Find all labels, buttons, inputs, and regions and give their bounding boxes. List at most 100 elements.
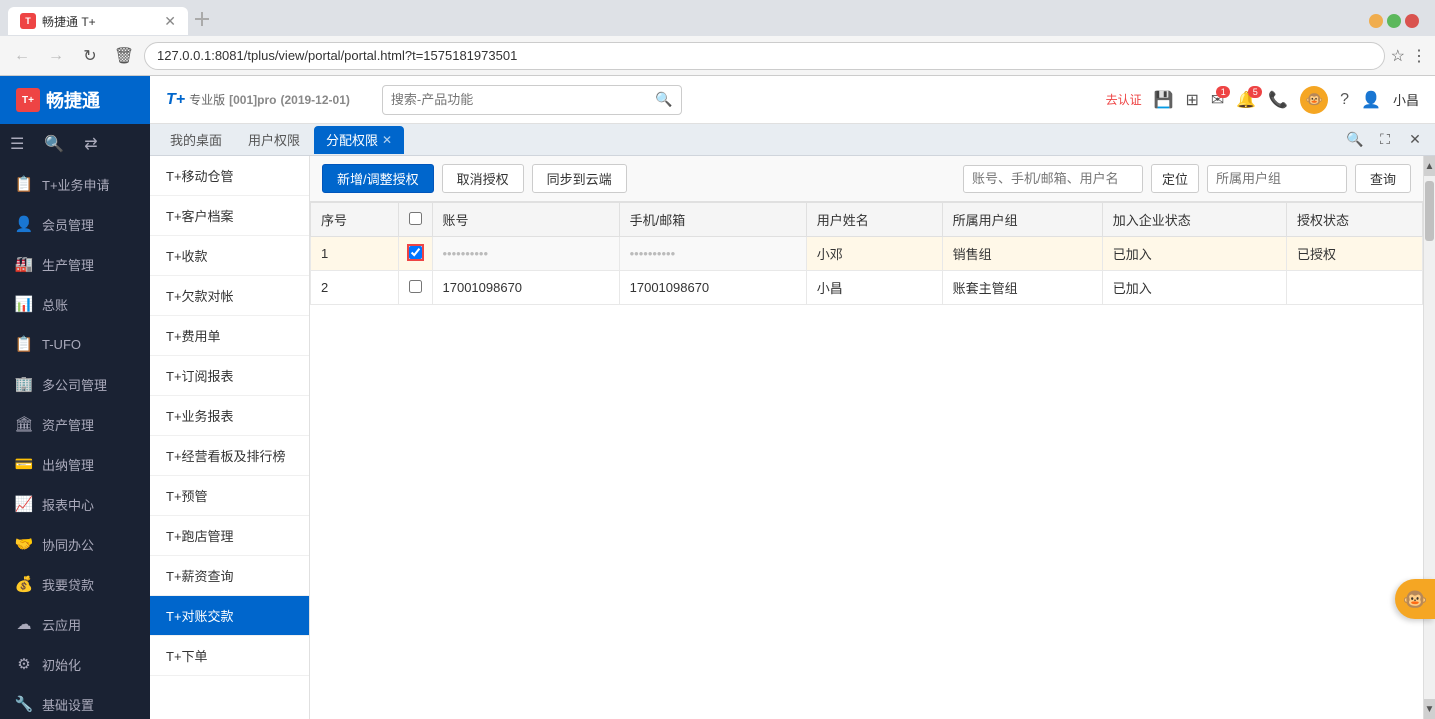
menu-item-debt[interactable]: T+欠款对帐 — [150, 276, 309, 316]
auth-link[interactable]: 去认证 — [1106, 91, 1142, 108]
tab-assign[interactable]: 分配权限 ✕ — [314, 126, 404, 154]
window-minimize-btn[interactable] — [1369, 14, 1383, 28]
toolbar: 新增/调整授权 取消授权 同步到云端 定位 查询 — [310, 156, 1423, 202]
address-bar[interactable] — [144, 42, 1385, 70]
row2-checkbox[interactable] — [409, 280, 422, 293]
save-btn[interactable]: 💾 — [1154, 90, 1174, 110]
browser-tab-active[interactable]: T 畅捷通 T+ ✕ — [8, 7, 188, 35]
phone-btn[interactable]: 📞 — [1268, 90, 1288, 110]
assets-icon: 🏛 — [14, 414, 34, 434]
basic-icon: 🔧 — [14, 694, 34, 714]
menu-item-biz-report[interactable]: T+业务报表 — [150, 396, 309, 436]
layout-icon: ⊞ — [1186, 90, 1199, 110]
tab-close-all-btn[interactable]: ✕ — [1403, 128, 1427, 152]
sidebar-item-saas-apply[interactable]: 📋 T+业务申请 — [0, 164, 150, 204]
menu-item-subscribe-report[interactable]: T+订阅报表 — [150, 356, 309, 396]
sidebar-item-basic[interactable]: 🔧 基础设置 — [0, 684, 150, 719]
sidebar-item-loan-label: 我要贷款 — [42, 575, 94, 594]
menu-item-customer[interactable]: T+客户档案 — [150, 196, 309, 236]
add-auth-btn[interactable]: 新增/调整授权 — [322, 164, 434, 193]
th-group: 所属用户组 — [942, 203, 1102, 237]
scroll-up-btn[interactable]: ▲ — [1424, 156, 1435, 176]
window-close-btn[interactable] — [1405, 14, 1419, 28]
th-auth-status: 授权状态 — [1287, 203, 1423, 237]
accounting-icon: 📊 — [14, 294, 34, 314]
row1-checkbox[interactable] — [409, 246, 422, 259]
sidebar-brand: T+ 畅捷通 — [0, 76, 150, 124]
layout-btn[interactable]: ⊞ — [1186, 90, 1199, 110]
user-btn[interactable]: 👤 — [1361, 90, 1381, 110]
sidebar-item-production[interactable]: 🏭 生产管理 — [0, 244, 150, 284]
cell-check-1[interactable] — [398, 237, 432, 271]
menu-item-salary[interactable]: T+薪资查询 — [150, 556, 309, 596]
cloud-icon: ☁ — [14, 614, 34, 634]
help-btn[interactable]: ? — [1340, 91, 1349, 109]
scroll-down-btn[interactable]: ▼ — [1424, 699, 1435, 719]
menu-item-expense[interactable]: T+费用单 — [150, 316, 309, 356]
sidebar-item-init[interactable]: ⚙ 初始化 — [0, 644, 150, 684]
sidebar-search-icon[interactable]: 🔍 — [44, 134, 64, 154]
header-search-input[interactable] — [391, 92, 652, 107]
user-search-input[interactable] — [963, 165, 1143, 193]
app-title: T+ 专业版 [001]pro (2019-12-01) — [166, 91, 350, 109]
sidebar-menu-icon[interactable]: ☰ — [10, 134, 24, 154]
new-tab-btn[interactable] — [188, 7, 216, 35]
sidebar-item-accounting[interactable]: 📊 总账 — [0, 284, 150, 324]
sidebar-item-reports[interactable]: 📈 报表中心 — [0, 484, 150, 524]
float-chat-icon: 🐵 — [1403, 587, 1428, 612]
sidebar-item-member[interactable]: 👤 会员管理 — [0, 204, 150, 244]
header-search-bar[interactable]: 🔍 — [382, 85, 682, 115]
cancel-auth-btn[interactable]: 取消授权 — [442, 164, 524, 193]
position-btn[interactable]: 定位 — [1151, 164, 1199, 193]
sidebar-item-accounting-label: 总账 — [42, 295, 68, 314]
select-all-checkbox[interactable] — [409, 212, 422, 225]
browser-menu-btn[interactable]: ⋮ — [1411, 46, 1427, 66]
menu-item-mobile-wh[interactable]: T+移动仓管 — [150, 156, 309, 196]
sidebar-item-ufo[interactable]: 📋 T-UFO — [0, 324, 150, 364]
group-search-input[interactable] — [1207, 165, 1347, 193]
sidebar-item-assets[interactable]: 🏛 资产管理 — [0, 404, 150, 444]
sync-cloud-btn[interactable]: 同步到云端 — [532, 164, 627, 193]
tab-close-btn[interactable]: ✕ — [164, 13, 176, 30]
browser-chrome: T 畅捷通 T+ ✕ ← → ↻ 🗑 ☆ — [0, 0, 1435, 76]
sidebar-item-cloud[interactable]: ☁ 云应用 — [0, 604, 150, 644]
tab-expand-btn[interactable]: ⛶ — [1373, 128, 1397, 152]
sidebar-transfer-icon[interactable]: ⇄ — [84, 134, 97, 154]
cell-account-2: 17001098670 — [432, 271, 619, 305]
query-btn[interactable]: 查询 — [1355, 164, 1411, 193]
delete-btn[interactable]: 🗑 — [110, 42, 138, 70]
menu-item-store-mgmt[interactable]: T+跑店管理 — [150, 516, 309, 556]
message-btn[interactable]: ✉ 1 — [1211, 90, 1224, 110]
window-maximize-btn[interactable] — [1387, 14, 1401, 28]
scroll-thumb[interactable] — [1425, 181, 1434, 241]
float-chat-btn[interactable]: 🐵 — [1395, 579, 1435, 619]
forward-btn[interactable]: → — [42, 42, 70, 70]
back-btn[interactable]: ← — [8, 42, 36, 70]
sidebar-item-multi-company-label: 多公司管理 — [42, 375, 107, 394]
table-row[interactable]: 1 •••••••••• •••••••••• 小邓 销售组 已加入 已授权 — [311, 237, 1423, 271]
menu-item-budget[interactable]: T+预管 — [150, 476, 309, 516]
sidebar-item-loan[interactable]: 💰 我要贷款 — [0, 564, 150, 604]
cashier-icon: 💳 — [14, 454, 34, 474]
menu-item-collection[interactable]: T+收款 — [150, 236, 309, 276]
notification-btn[interactable]: 🔔 5 — [1236, 90, 1256, 110]
reports-icon: 📈 — [14, 494, 34, 514]
menu-item-order[interactable]: T+下单 — [150, 636, 309, 676]
header-search-icon[interactable]: 🔍 — [655, 91, 672, 108]
menu-item-reconcile[interactable]: T+对账交款 — [150, 596, 309, 636]
cell-check-2[interactable] — [398, 271, 432, 305]
right-scrollbar[interactable]: ▲ ▼ — [1423, 156, 1435, 719]
sidebar-item-cashier[interactable]: 💳 出纳管理 — [0, 444, 150, 484]
browser-bookmark-btn[interactable]: ☆ — [1391, 46, 1405, 66]
sidebar-item-collab[interactable]: 🤝 协同办公 — [0, 524, 150, 564]
menu-item-dashboard-rank[interactable]: T+经营看板及排行榜 — [150, 436, 309, 476]
table-row[interactable]: 2 17001098670 17001098670 小昌 账套主管组 已加入 — [311, 271, 1423, 305]
monkey-avatar[interactable]: 🐵 — [1300, 86, 1328, 114]
tab-permissions[interactable]: 用户权限 — [236, 126, 312, 154]
tab-assign-close-icon[interactable]: ✕ — [382, 133, 392, 147]
refresh-btn[interactable]: ↻ — [76, 42, 104, 70]
tab-search-btn[interactable]: 🔍 — [1343, 128, 1367, 152]
sidebar-item-multi-company[interactable]: 🏢 多公司管理 — [0, 364, 150, 404]
scroll-track[interactable] — [1424, 176, 1435, 699]
tab-dashboard[interactable]: 我的桌面 — [158, 126, 234, 154]
